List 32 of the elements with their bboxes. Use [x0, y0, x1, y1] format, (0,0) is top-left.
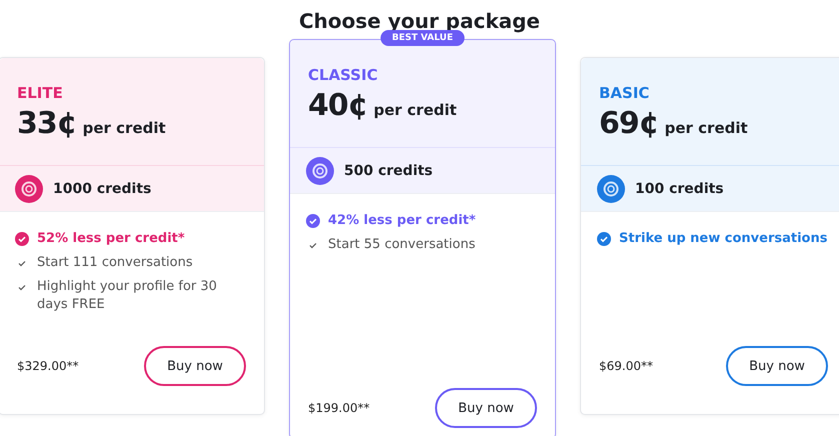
- price-unit: per credit: [82, 119, 166, 137]
- check-circle-icon: [597, 232, 611, 246]
- package-name: CLASSIC: [308, 66, 379, 84]
- credits-amount: 1000 credits: [53, 180, 152, 196]
- coin-icon: [15, 174, 43, 202]
- package-name: BASIC: [599, 84, 650, 102]
- coin-icon: [597, 174, 625, 202]
- price: 33¢: [17, 106, 77, 141]
- credits-amount: 100 credits: [635, 180, 724, 196]
- page-title: Choose your package: [298, 9, 540, 33]
- check-circle-icon: [306, 214, 320, 228]
- price-unit: per credit: [374, 101, 457, 119]
- feature-text: Highlight your profile for 30 days FREE: [37, 278, 218, 314]
- feature-text: 42% less per credit*: [328, 212, 476, 230]
- price: 69¢: [599, 106, 659, 141]
- check-circle-icon: [15, 232, 29, 246]
- feature-text: Strike up new conversations: [619, 230, 828, 248]
- price: 40¢: [308, 88, 368, 123]
- price-unit: per credit: [664, 119, 748, 137]
- feature-text: 52% less per credit*: [37, 230, 185, 248]
- package-name: ELITE: [17, 84, 64, 102]
- best-value-badge: BEST VALUE: [380, 30, 465, 46]
- feature-text: Start 111 conversations: [37, 254, 193, 272]
- buy-now-button[interactable]: Buy now: [435, 388, 537, 428]
- buy-now-button[interactable]: Buy now: [726, 346, 828, 386]
- total-price: $199.00**: [308, 401, 370, 415]
- total-price: $69.00**: [599, 359, 653, 373]
- credits-amount: 500 credits: [344, 162, 433, 178]
- buy-now-button[interactable]: Buy now: [144, 346, 246, 386]
- coin-icon: [306, 156, 334, 184]
- feature-text: Start 55 conversations: [328, 236, 476, 254]
- total-price: $329.00**: [17, 359, 79, 373]
